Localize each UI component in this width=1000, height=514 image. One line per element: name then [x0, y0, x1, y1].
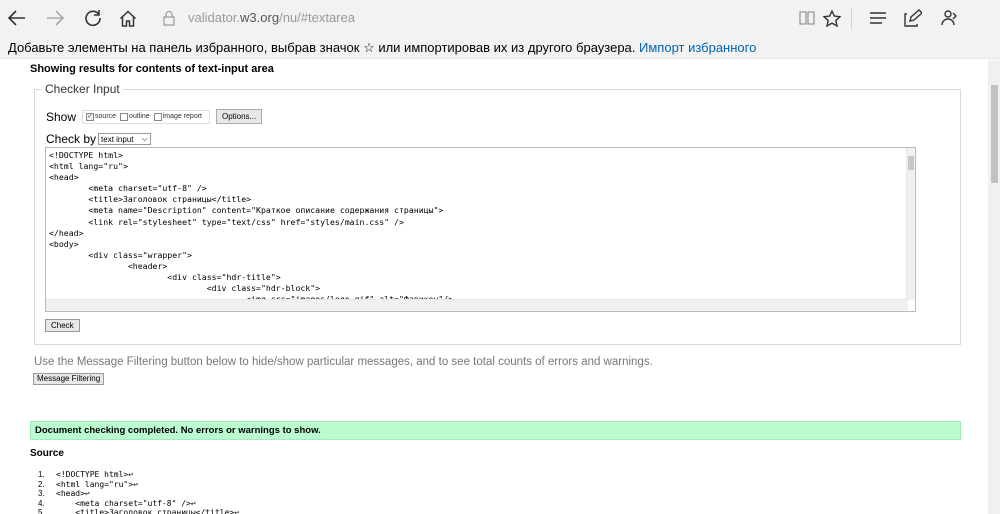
address-path: /nu/#textarea — [279, 10, 355, 25]
home-icon[interactable] — [113, 4, 143, 32]
browser-toolbar: validator.w3.org/nu/#textarea — [0, 0, 1000, 37]
source-listing: 1. <!DOCTYPE html>↩ 2. <html lang="ru">↩ 3. <… — [38, 470, 239, 514]
code-line: <link rel="stylesheet" type="text/css" h… — [49, 216, 404, 227]
code-line: <div class="hdr-title"> — [49, 272, 281, 283]
source-line: 1. <!DOCTYPE html>↩ — [38, 470, 239, 480]
textarea-vertical-scrollbar[interactable] — [906, 148, 915, 300]
code-line: <header> — [49, 260, 168, 271]
checkbox-check-icon: ✓ — [86, 112, 95, 121]
check-by-label: Check by — [46, 132, 97, 146]
checker-legend: Checker Input — [42, 82, 123, 96]
check-button[interactable]: Check — [45, 319, 80, 332]
options-button[interactable]: Options... — [215, 109, 263, 124]
checkbox-box-icon — [120, 112, 129, 121]
code-line: <meta name="Description" content="Кратко… — [49, 205, 444, 216]
back-arrow-icon[interactable] — [2, 4, 32, 32]
source-title: Source — [30, 448, 64, 459]
code-line: <div class="hdr-block"> — [49, 283, 321, 294]
show-options-row: Show ✓ source outline image report Option… — [46, 109, 263, 124]
check-by-select[interactable]: text input ⌵ — [98, 133, 151, 145]
page-scroll-thumb[interactable] — [991, 85, 998, 183]
code-line: <head> — [49, 172, 79, 183]
code-line: </head> — [49, 227, 84, 238]
show-outline-checkbox[interactable]: outline — [120, 112, 150, 121]
textarea-horizontal-scrollbar[interactable] — [46, 299, 908, 311]
code-line: <meta charset="utf-8" /> — [49, 183, 207, 194]
favorites-bar-message: Добавьте элементы на панель избранного, … — [8, 40, 636, 55]
success-message: Document checking completed. No errors o… — [30, 421, 961, 440]
show-label: Show — [46, 109, 77, 124]
code-line: <body> — [49, 238, 79, 249]
check-by-value: text input — [101, 134, 134, 144]
web-note-icon[interactable] — [898, 4, 928, 32]
toolbar-separator — [851, 9, 852, 29]
show-source-label: source — [95, 113, 117, 120]
favorites-bar: Добавьте элементы на панель избранного, … — [0, 37, 1000, 59]
source-line: 2. <html lang="ru">↩ — [38, 480, 239, 490]
source-textarea[interactable]: <!DOCTYPE html> <html lang="ru"> <head> <m… — [45, 147, 916, 312]
source-line-text: <title>Заголовок страницы</title>↩ — [56, 508, 240, 514]
address-bar[interactable]: validator.w3.org/nu/#textarea — [188, 10, 355, 26]
textarea-scroll-thumb[interactable] — [908, 156, 914, 170]
source-line-number: 3. — [38, 489, 45, 499]
textarea-code: <!DOCTYPE html> <html lang="ru"> <head> <m… — [49, 150, 453, 311]
source-line-number: 4. — [38, 498, 45, 508]
chevron-down-icon: ⌵ — [141, 134, 148, 143]
code-line: <html lang="ru"> — [49, 161, 128, 172]
show-image-report-checkbox[interactable]: image report — [153, 112, 202, 121]
import-favorites-link[interactable]: Импорт избранного — [639, 40, 756, 55]
code-line: <title>Заголовок страницы</title> — [49, 194, 252, 205]
forward-arrow-icon[interactable] — [40, 4, 70, 32]
address-host: w3.org — [240, 10, 280, 25]
source-line-text: <meta charset="utf-8" />↩ — [56, 498, 196, 508]
source-line: 4. <meta charset="utf-8" />↩ — [38, 499, 239, 509]
code-line: <!DOCTYPE html> — [49, 150, 123, 160]
source-line-number: 5. — [38, 508, 45, 514]
page-vertical-scrollbar[interactable] — [988, 60, 1000, 514]
show-checkbox-group: ✓ source outline image report — [82, 109, 210, 124]
message-filtering-button[interactable]: Message Filtering — [33, 373, 105, 385]
show-outline-label: outline — [129, 113, 150, 120]
show-image-report-label: image report — [162, 113, 202, 120]
source-line-text: <html lang="ru">↩ — [56, 479, 138, 489]
source-line-number: 2. — [38, 479, 45, 489]
share-icon[interactable] — [933, 4, 963, 32]
filter-info-text: Use the Message Filtering button below t… — [34, 356, 653, 368]
address-prefix: validator. — [188, 10, 241, 25]
source-line: 3. <head>↩ — [38, 489, 239, 499]
show-source-checkbox[interactable]: ✓ source — [86, 112, 117, 121]
results-title: Showing results for contents of text-inp… — [30, 63, 274, 75]
lock-icon — [163, 10, 175, 31]
refresh-icon[interactable] — [78, 4, 108, 32]
check-by-row: Check by text input ⌵ — [46, 132, 151, 146]
source-line-text: <head>↩ — [56, 489, 90, 499]
checkbox-box-icon — [153, 112, 162, 121]
favorite-star-icon[interactable] — [817, 4, 847, 32]
source-line-number: 1. — [38, 470, 45, 479]
page-content: Showing results for contents of text-inp… — [0, 60, 988, 514]
code-line: <div class="wrapper"> — [49, 249, 192, 260]
source-line-text: <!DOCTYPE html>↩ — [56, 470, 134, 479]
hub-menu-icon[interactable] — [863, 4, 893, 32]
source-line: 5. <title>Заголовок страницы</title>↩ — [38, 508, 239, 514]
